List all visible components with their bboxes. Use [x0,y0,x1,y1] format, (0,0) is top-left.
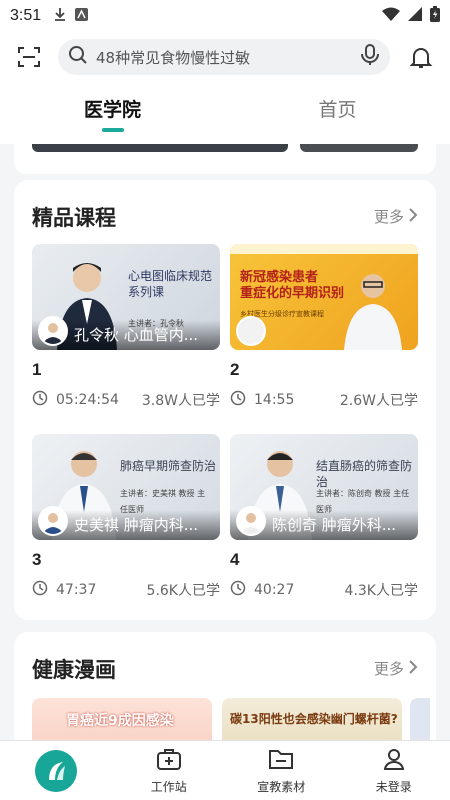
search-input[interactable]: 48种常见食物慢性过敏 [96,47,360,68]
app-logo-icon[interactable] [35,749,78,792]
course-duration: 14:55 [254,392,295,408]
microphone-icon[interactable] [360,44,380,70]
comic-title: 胃癌近9成因感染 [66,713,174,729]
course-duration: 05:24:54 [56,392,119,408]
scan-icon[interactable] [14,42,44,72]
course-index: 3 [32,550,42,569]
course-meta: 05:24:54 3.8W人已学 [32,390,220,410]
learner-count: 4.3K人已学 [344,583,418,599]
comic-title: 碳13阳性也会感染幽门螺杆菌? [230,712,398,726]
bell-icon[interactable] [406,42,436,72]
course-meta: 47:37 5.6K人已学 [32,580,220,600]
comics-section: 健康漫画 更多 胃癌近9成因感染 碳13阳性也会感染幽门螺杆菌? [14,632,436,740]
banner-image[interactable] [32,144,288,152]
tab-label: 医学院 [83,98,141,121]
lecturer-name: 陈创奇 肿瘤外科... [272,516,397,534]
section-title: 精品课程 [32,206,116,230]
nav-workstation[interactable]: 工作站 [113,741,226,800]
nav-home[interactable] [0,741,113,800]
course-index: 2 [230,360,240,379]
tab-bar: 医学院 首页 [0,82,450,144]
thumbnail-title: 心电图临床规范 系列课 [128,269,213,299]
signal-icon [408,7,422,25]
tab-active-indicator [101,127,124,132]
clock-icon [32,580,48,600]
bottom-nav: 工作站 宣教素材 未登录 [0,740,450,800]
tab-medical-school[interactable]: 医学院 [0,82,225,144]
top-bar: 48种常见食物慢性过敏 [0,32,450,82]
more-link[interactable]: 更多 [374,658,418,679]
nav-profile[interactable]: 未登录 [338,741,450,800]
more-label: 更多 [373,208,404,226]
status-time: 3:51 [10,7,42,24]
user-icon [382,747,406,774]
comic-card[interactable]: 胃癌近9成因感染 [32,698,212,740]
course-meta: 14:55 2.6W人已学 [230,390,418,410]
clock-icon [230,580,246,600]
download-icon [53,7,67,25]
nav-label: 未登录 [375,779,412,794]
banner-image[interactable] [300,144,418,152]
tab-home[interactable]: 首页 [225,82,450,144]
course-card[interactable]: 新冠感染患者 重症化的早期识别 乡村医生分级诊疗宣教课程 2 14:55 2.6… [230,244,418,410]
learner-count: 5.6K人已学 [146,583,220,599]
course-duration: 47:37 [56,582,97,598]
course-thumbnail[interactable]: 肺癌早期筛查防治 主讲者：史美祺 教授 主任医师 史美祺 肿瘤内科... [32,434,220,540]
avatar [236,316,266,346]
section-title: 健康漫画 [32,658,116,682]
lecturer-name: 史美祺 肿瘤内科... [74,516,199,534]
learner-count: 3.8W人已学 [141,393,220,409]
nav-label: 工作站 [150,779,187,794]
battery-icon [430,6,440,26]
nav-materials[interactable]: 宣教素材 [225,741,338,800]
learner-count: 2.6W人已学 [339,393,418,409]
thumbnail-title: 新冠感染患者 重症化的早期识别 [240,270,345,301]
comic-card[interactable] [410,698,430,740]
avatar [38,316,68,346]
clock-icon [32,390,48,410]
status-bar: 3:51 [0,0,450,32]
tab-label: 首页 [318,98,357,121]
course-index: 1 [32,360,42,379]
avatar [236,506,266,536]
folder-icon [268,747,294,774]
main-content[interactable]: 精品课程 更多 心电图临床规范 系列课 主讲者：孔令秋 孔令秋 心血管内... [0,144,450,740]
wifi-icon [382,7,400,25]
course-card[interactable]: 肺癌早期筛查防治 主讲者：史美祺 教授 主任医师 史美祺 肿瘤内科... 3 4… [32,434,220,600]
course-thumbnail[interactable]: 结直肠癌的筛查防治 主讲者：陈创奇 教授 主任医师 陈创奇 肿瘤外科... [230,434,418,540]
course-duration: 40:27 [254,582,295,598]
chevron-right-icon [408,659,418,678]
thumbnail-title: 肺癌早期筛查防治 [120,459,217,473]
course-card[interactable]: 心电图临床规范 系列课 主讲者：孔令秋 孔令秋 心血管内... 1 05:24:… [32,244,220,410]
courses-section: 精品课程 更多 心电图临床规范 系列课 主讲者：孔令秋 孔令秋 心血管内... [14,180,436,620]
chevron-right-icon [408,207,418,226]
avatar [38,506,68,536]
notification-app-icon [75,7,89,25]
course-thumbnail[interactable]: 新冠感染患者 重症化的早期识别 乡村医生分级诊疗宣教课程 [230,244,418,350]
comic-card[interactable]: 碳13阳性也会感染幽门螺杆菌? [222,698,402,740]
more-link[interactable]: 更多 [374,206,418,227]
more-label: 更多 [373,660,404,678]
course-index: 4 [230,550,240,569]
lecturer-photo [344,274,402,350]
search-bar[interactable]: 48种常见食物慢性过敏 [58,39,390,75]
course-card[interactable]: 结直肠癌的筛查防治 主讲者：陈创奇 教授 主任医师 陈创奇 肿瘤外科... 4 … [230,434,418,600]
course-meta: 40:27 4.3K人已学 [230,580,418,600]
previous-section-card [14,144,436,174]
clock-icon [230,390,246,410]
search-icon [68,45,88,69]
nav-label: 宣教素材 [257,779,306,794]
medical-kit-icon [156,747,182,774]
lecturer-name: 孔令秋 心血管内... [74,326,199,344]
course-thumbnail[interactable]: 心电图临床规范 系列课 主讲者：孔令秋 孔令秋 心血管内... [32,244,220,350]
